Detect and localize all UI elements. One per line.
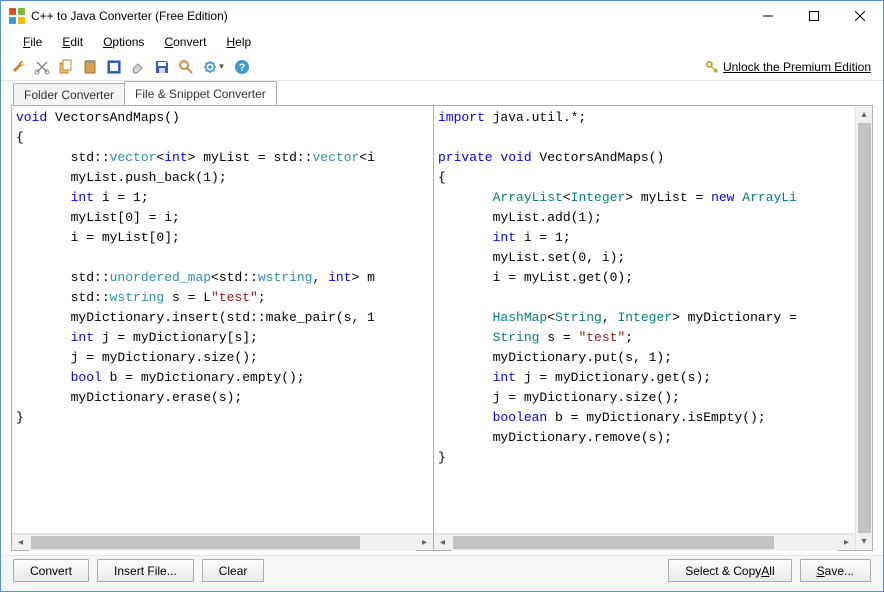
help-icon[interactable]: ?	[231, 56, 253, 78]
menubar: File Edit Options Convert Help	[1, 31, 883, 53]
insert-file-button[interactable]: Insert File...	[97, 559, 194, 582]
tab-file-snippet-converter[interactable]: File & Snippet Converter	[124, 81, 277, 105]
clear-button[interactable]: Clear	[202, 559, 265, 582]
save-button[interactable]: Save...	[800, 559, 871, 582]
wrench-icon[interactable]	[7, 56, 29, 78]
save-icon[interactable]	[151, 56, 173, 78]
tabstrip: Folder Converter File & Snippet Converte…	[1, 81, 883, 105]
maximize-button[interactable]	[791, 1, 837, 31]
unlock-premium-link[interactable]: Unlock the Premium Edition	[705, 60, 877, 74]
menu-convert[interactable]: Convert	[156, 33, 214, 51]
tab-folder-converter[interactable]: Folder Converter	[13, 83, 125, 105]
app-window: C++ to Java Converter (Free Edition) Fil…	[0, 0, 884, 592]
settings-icon[interactable]: ▼	[199, 56, 229, 78]
output-pane: import java.util.*; private void Vectors…	[434, 106, 855, 550]
vscrollbar[interactable]: ▴ ▾	[855, 106, 872, 550]
paste-icon[interactable]	[79, 56, 101, 78]
app-icon	[9, 8, 25, 24]
source-pane: void VectorsAndMaps() { std::vector<int>…	[12, 106, 434, 550]
editors-container: void VectorsAndMaps() { std::vector<int>…	[11, 105, 873, 551]
menu-options[interactable]: Options	[95, 33, 152, 51]
unlock-label: Unlock the Premium Edition	[723, 60, 871, 74]
select-copy-all-button[interactable]: Select & Copy All	[668, 559, 791, 582]
toolbar: ▼ ? Unlock the Premium Edition	[1, 53, 883, 81]
convert-button[interactable]: Convert	[13, 559, 89, 582]
select-all-icon[interactable]	[103, 56, 125, 78]
menu-help[interactable]: Help	[218, 33, 259, 51]
source-hscrollbar[interactable]: ◂ ▸	[12, 533, 433, 550]
source-editor[interactable]: void VectorsAndMaps() { std::vector<int>…	[12, 106, 433, 533]
button-row: Convert Insert File... Clear Select & Co…	[1, 555, 883, 591]
minimize-button[interactable]	[745, 1, 791, 31]
titlebar: C++ to Java Converter (Free Edition)	[1, 1, 883, 31]
key-icon	[705, 60, 719, 74]
copy-icon[interactable]	[55, 56, 77, 78]
erase-icon[interactable]	[127, 56, 149, 78]
menu-file[interactable]: File	[15, 33, 50, 51]
output-hscrollbar[interactable]: ◂ ▸	[434, 533, 855, 550]
find-icon[interactable]	[175, 56, 197, 78]
cut-icon[interactable]	[31, 56, 53, 78]
dropdown-icon: ▼	[218, 62, 226, 71]
menu-edit[interactable]: Edit	[54, 33, 91, 51]
svg-text:?: ?	[239, 62, 246, 74]
window-title: C++ to Java Converter (Free Edition)	[31, 9, 228, 23]
output-editor[interactable]: import java.util.*; private void Vectors…	[434, 106, 855, 533]
close-button[interactable]	[837, 1, 883, 31]
